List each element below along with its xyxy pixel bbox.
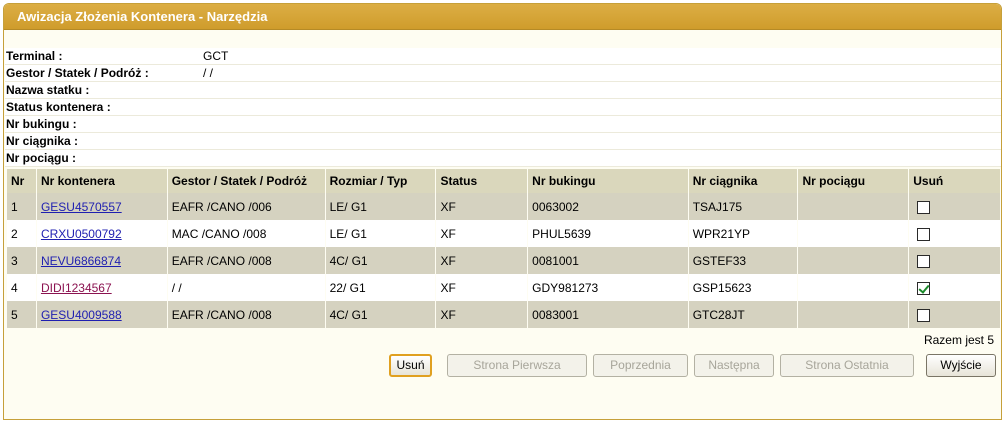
info-section: Terminal : GCT Gestor / Statek / Podróż … xyxy=(5,48,1001,167)
column-header-status: Status xyxy=(436,169,528,193)
cell-status: XF xyxy=(436,193,528,220)
info-label: Nr bukingu : xyxy=(6,117,77,131)
table-row: 5 GESU4009588 EAFR /CANO /008 4C/ G1 XF … xyxy=(7,301,1000,328)
cell-size-type: 4C/ G1 xyxy=(325,247,436,274)
cell-nr: 4 xyxy=(7,274,36,301)
cell-train xyxy=(798,247,909,274)
delete-checkbox[interactable] xyxy=(917,309,931,322)
info-label: Terminal : xyxy=(6,49,63,63)
column-header-gestor: Gestor / Statek / Podróż xyxy=(167,169,325,193)
column-header-nr: Nr xyxy=(7,169,36,193)
cell-delete xyxy=(909,274,1000,301)
cell-nr: 5 xyxy=(7,301,36,328)
info-label: Status kontenera : xyxy=(6,100,111,114)
cell-nr: 2 xyxy=(7,220,36,247)
table-row: 4 DIDI1234567 / / 22/ G1 XF GDY981273 GS… xyxy=(7,274,1000,301)
cell-container: CRXU0500792 xyxy=(36,220,167,247)
last-page-button[interactable]: Strona Ostatnia xyxy=(780,354,914,377)
cell-booking: GDY981273 xyxy=(528,274,688,301)
cell-container: GESU4570557 xyxy=(36,193,167,220)
info-label: Nr pociągu : xyxy=(6,151,77,165)
next-page-button[interactable]: Następna xyxy=(694,354,774,377)
delete-checkbox[interactable] xyxy=(917,255,931,268)
total-count: Razem jest 5 xyxy=(923,333,994,347)
info-value: / / xyxy=(203,66,214,80)
info-row-train: Nr pociągu : xyxy=(5,150,1001,167)
info-row-gestor: Gestor / Statek / Podróż : / / xyxy=(5,65,1001,82)
cell-booking: 0083001 xyxy=(528,301,688,328)
delete-button[interactable]: Usuń xyxy=(389,354,432,377)
cell-delete xyxy=(909,220,1000,247)
cell-booking: PHUL5639 xyxy=(528,220,688,247)
container-link[interactable]: GESU4009588 xyxy=(41,308,122,322)
cell-delete xyxy=(909,301,1000,328)
window-title: Awizacja Złożenia Kontenera - Narzędzia xyxy=(4,4,1001,30)
info-row-container-status: Status kontenera : xyxy=(5,99,1001,116)
delete-checkbox[interactable] xyxy=(917,228,931,241)
cell-gestor: EAFR /CANO /008 xyxy=(167,247,325,274)
table-row: 1 GESU4570557 EAFR /CANO /006 LE/ G1 XF … xyxy=(7,193,1000,220)
info-label: Nazwa statku : xyxy=(6,83,90,97)
cell-train xyxy=(798,301,909,328)
cell-truck: GSP15623 xyxy=(688,274,798,301)
cell-size-type: 22/ G1 xyxy=(325,274,436,301)
table-row: 3 NEVU6866874 EAFR /CANO /008 4C/ G1 XF … xyxy=(7,247,1000,274)
container-table: Nr Nr kontenera Gestor / Statek / Podróż… xyxy=(6,169,1001,328)
cell-truck: GSTEF33 xyxy=(688,247,798,274)
cell-gestor: MAC /CANO /008 xyxy=(167,220,325,247)
cell-truck: TSAJ175 xyxy=(688,193,798,220)
info-row-truck: Nr ciągnika : xyxy=(5,133,1001,150)
delete-checkbox[interactable] xyxy=(917,282,931,295)
cell-container: NEVU6866874 xyxy=(36,247,167,274)
column-header-booking: Nr bukingu xyxy=(528,169,688,193)
cell-train xyxy=(798,220,909,247)
container-link[interactable]: NEVU6866874 xyxy=(41,254,121,268)
column-header-train: Nr pociągu xyxy=(798,169,909,193)
info-value: GCT xyxy=(203,49,229,63)
container-link[interactable]: DIDI1234567 xyxy=(41,281,112,295)
cell-booking: 0063002 xyxy=(528,193,688,220)
cell-delete xyxy=(909,247,1000,274)
cell-size-type: LE/ G1 xyxy=(325,193,436,220)
column-header-size-type: Rozmiar / Typ xyxy=(325,169,436,193)
exit-button[interactable]: Wyjście xyxy=(926,354,996,377)
cell-train xyxy=(798,193,909,220)
table-header-row: Nr Nr kontenera Gestor / Statek / Podróż… xyxy=(7,169,1000,193)
cell-truck: WPR21YP xyxy=(688,220,798,247)
column-header-truck: Nr ciągnika xyxy=(688,169,798,193)
cell-status: XF xyxy=(436,247,528,274)
cell-size-type: LE/ G1 xyxy=(325,220,436,247)
delete-checkbox[interactable] xyxy=(917,201,931,214)
cell-gestor: EAFR /CANO /008 xyxy=(167,301,325,328)
cell-status: XF xyxy=(436,301,528,328)
cell-gestor: EAFR /CANO /006 xyxy=(167,193,325,220)
column-header-delete: Usuń xyxy=(909,169,1000,193)
previous-page-button[interactable]: Poprzednia xyxy=(593,354,688,377)
cell-size-type: 4C/ G1 xyxy=(325,301,436,328)
info-row-ship-name: Nazwa statku : xyxy=(5,82,1001,99)
cell-gestor: / / xyxy=(167,274,325,301)
info-row-terminal: Terminal : GCT xyxy=(5,48,1001,65)
container-link[interactable]: CRXU0500792 xyxy=(41,227,122,241)
cell-status: XF xyxy=(436,274,528,301)
column-header-container: Nr kontenera xyxy=(36,169,167,193)
first-page-button[interactable]: Strona Pierwsza xyxy=(447,354,587,377)
cell-booking: 0081001 xyxy=(528,247,688,274)
info-row-booking: Nr bukingu : xyxy=(5,116,1001,133)
cell-status: XF xyxy=(436,220,528,247)
container-link[interactable]: GESU4570557 xyxy=(41,200,122,214)
main-panel: Awizacja Złożenia Kontenera - Narzędzia … xyxy=(3,3,1002,420)
cell-delete xyxy=(909,193,1000,220)
cell-truck: GTC28JT xyxy=(688,301,798,328)
cell-nr: 1 xyxy=(7,193,36,220)
info-label: Gestor / Statek / Podróż : xyxy=(6,66,149,80)
info-label: Nr ciągnika : xyxy=(6,134,79,148)
cell-train xyxy=(798,274,909,301)
cell-nr: 3 xyxy=(7,247,36,274)
table-row: 2 CRXU0500792 MAC /CANO /008 LE/ G1 XF P… xyxy=(7,220,1000,247)
cell-container: GESU4009588 xyxy=(36,301,167,328)
cell-container: DIDI1234567 xyxy=(36,274,167,301)
